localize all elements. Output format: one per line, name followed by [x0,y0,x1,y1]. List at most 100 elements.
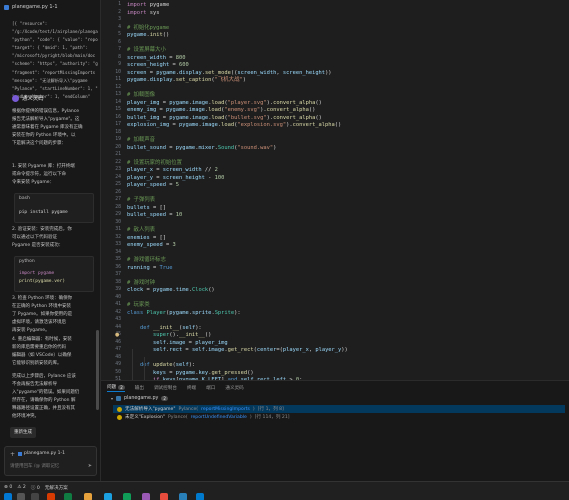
input-file-label: planegame.py 1-1 [24,451,65,456]
json-line: "Pylance", "startLineNumber": 1, "st [12,85,98,91]
app-icon[interactable] [142,493,150,500]
text-line: 完成以上步骤后，Pylance 应该 [12,374,76,379]
json-line: "/microsoft/pyright/blob/main/doc [12,53,96,59]
panel-tabs: 问题 2 输出 调试控制台 终端 端口 通义灵码 [107,384,244,392]
code-line[interactable]: import sys [127,9,159,17]
edge-icon[interactable] [123,493,131,500]
panel-tab[interactable]: 问题 2 [107,384,125,392]
code-line[interactable]: bullet_speed = 10 [127,211,182,219]
assistant-reply-header: 通义灵码 [12,94,44,102]
input-file-chip[interactable]: planegame.py 1-1 [18,451,65,456]
text-line: 新的库后需要重启你的代码 [12,344,66,350]
search-icon[interactable] [17,493,25,500]
code-line[interactable]: pygame.display.set_caption("飞机大战") [127,76,246,84]
text-line: 可以通过以下代码验证 [12,234,57,240]
text-line: 1. 安装 Pygame 库：打开终端 [12,164,75,169]
panel-tab[interactable]: 输出 [135,384,144,392]
code-line[interactable]: bullet_sound = pygame.mixer.Sound("sound… [127,144,276,152]
warning-count[interactable]: ⚠ 2 [17,485,26,491]
lightbulb-icon[interactable]: ● [115,332,120,338]
python-file-icon [116,396,122,401]
code-line[interactable]: pygame.init() [127,31,169,39]
json-line: [{ "resource": [12,21,48,26]
code-line[interactable]: clock = pygame.time.Clock() [127,286,215,294]
app-icon[interactable] [160,493,168,500]
reply-step-4: 4. 重启编辑器：有时候，安装 新的库后需要重启你的代码 编辑器（如 VSCode）… [12,336,96,368]
problem-file-row[interactable]: ▾ planegame.py 2 [111,396,168,401]
chat-scrollbar[interactable] [96,330,99,410]
warning-icon [117,406,122,412]
text-line: 或命令提示符，运行以下命 [12,171,66,177]
text-line: 在正确的 Python 环境中安装 [12,303,71,309]
error-count[interactable]: ⊗ 0 [4,485,12,491]
app-icon[interactable] [179,493,187,500]
code-block-python: python import pygame print(pygame.ver) [14,256,94,292]
vscode-icon[interactable] [196,493,204,500]
text-line: 虚拟环境，请激活该环境后 [12,319,66,325]
text-line: 安装在你的 Python 环境中。以 [12,132,76,138]
json-line: "/g:/Xcode/test/1/airplane/planega [12,29,98,35]
app-icon[interactable] [104,493,112,500]
python-file-icon [18,451,22,456]
text-line: 根据你提供的错误信息，Pylance [12,109,79,114]
text-line: 然存在，请确保你的 Python 解 [12,397,76,403]
code-editor[interactable]: 1 2 3 4 5 6 7 8 9 10 11 12 13 14 15 16 17 18 19 20 21 22 23 24 2… [101,0,569,380]
assistant-avatar-icon [12,94,19,102]
office-icon[interactable] [47,493,55,500]
chevron-down-icon: ▾ [111,396,114,401]
code-line[interactable]: self.rect = self.image.get_rect(center=(… [127,346,348,354]
problem-file-name: planegame.py [124,396,159,401]
code-line: print(pygame.ver) [19,279,66,284]
status-text: 无解决方案 [44,486,68,491]
windows-start-icon[interactable] [4,493,12,500]
wechat-icon[interactable] [64,493,72,500]
attached-file-chip[interactable]: planegame.py 1-1 [4,4,58,10]
reply-step-3: 3. 检查 Python 环境：确保你 在正确的 Python 环境中安装了 Py… [12,295,96,335]
problems-panel: 问题 2 输出 调试控制台 终端 端口 通义灵码 ▾ planegame.py 2 无法解析… [101,380,569,481]
problem-file-count: 2 [161,396,168,401]
code-line[interactable]: class Player(pygame.sprite.Sprite): [127,309,241,317]
indent-guide [144,357,145,380]
task-view-icon[interactable] [31,493,39,500]
text-line: 它能够识别新安装的库。 [12,360,62,366]
text-line: 3. 检查 Python 环境：确保你 [12,296,73,301]
panel-tab[interactable]: 调试控制台 [154,384,177,392]
python-file-icon [4,4,9,10]
code-line: pip install pygame [19,210,68,215]
chat-input-box[interactable]: + planegame.py 1-1 请使用回车 /@ 调取记忆 ➤ [4,446,97,476]
file-explorer-icon[interactable] [84,493,92,500]
warning-icon [117,414,122,420]
text-line: 下是解决这个问题的步骤： [12,140,66,146]
reply-step-2: 2. 验证安装：安装完成后，你 可以通过以下代码验证 Pygame 是否安装成功： [12,226,96,250]
text-line: 通常意味着在 Pygame 库没有正确 [12,124,83,130]
code-line: import pygame [19,271,55,276]
code-line[interactable]: player_speed = 5 [127,181,179,189]
assistant-name: 通义灵码 [22,96,44,102]
code-block-bash: bash pip install pygame [14,193,94,223]
json-line: "scheme": "https", "authority": "git [12,61,98,67]
text-line: 报告无法解析导入"pygame"。这 [12,116,80,122]
send-icon[interactable]: ➤ [88,463,92,469]
tab-count-badge: 2 [118,384,125,390]
text-line: 释器路径设置正确，并且没有其 [12,405,75,411]
problem-item[interactable]: 未定义"Explosion" Pylance(reportUndefinedVar… [117,414,290,420]
text-line: 2. 验证安装：安装完成后，你 [12,227,72,232]
code-line[interactable]: enemy_speed = 3 [127,241,176,249]
ai-chat-panel: planegame.py 1-1 [{ "resource": "/g:/Xcod… [0,0,101,481]
text-line: 编辑器（如 VSCode）以确保 [12,352,72,358]
other-count[interactable]: ⓘ 0 [31,485,40,491]
code-line[interactable]: running = True [127,264,172,272]
panel-tab[interactable]: 通义灵码 [225,384,243,392]
text-line: 4. 重启编辑器：有时候，安装 [12,337,72,342]
regenerate-button[interactable]: 重新生成 [10,427,36,438]
panel-tab[interactable]: 端口 [206,384,215,392]
text-line: Pygame 是否安装成功： [12,242,64,248]
panel-tab[interactable]: 终端 [187,384,196,392]
code-line[interactable]: explosion_img = pygame.image.load("explo… [127,121,341,129]
error-json-snippet: [{ "resource": "/g:/Xcode/test/1/airplane… [12,20,98,101]
json-line: "fragment": "reportMissingImports [12,69,96,75]
reply-step-1: 1. 安装 Pygame 库：打开终端 或命令提示符，运行以下命 令来安装 Pyga… [12,163,96,187]
indent-guide [132,349,133,380]
add-context-icon[interactable]: + [10,451,15,458]
problem-item[interactable]: 无法解析导入"pygame" Pylance(reportMissingImpor… [113,405,565,413]
